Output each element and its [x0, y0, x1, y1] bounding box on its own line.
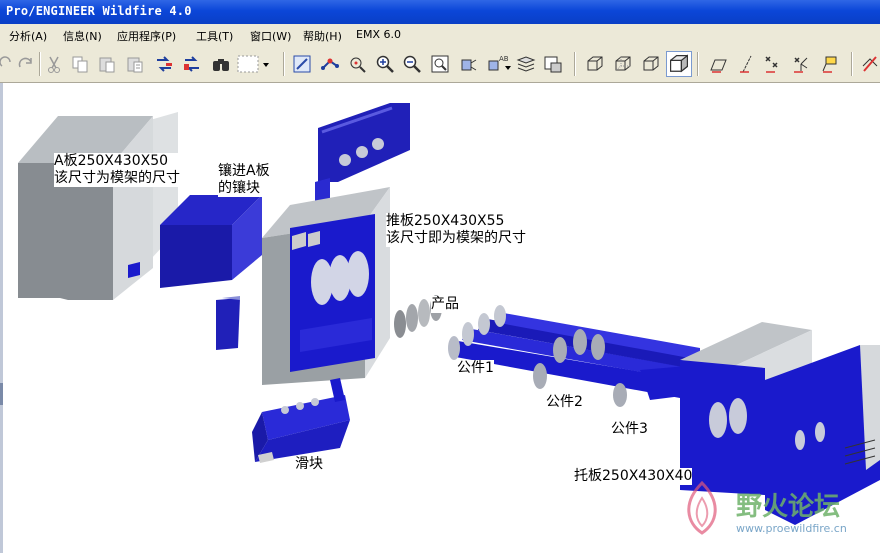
graphics-window: A板250X430X50 该尺寸为模架的尺寸 镶进A板 的镶块 推板250X43… [0, 83, 880, 553]
spin-center-icon[interactable] [320, 54, 340, 74]
left-collapse-strip[interactable] [0, 83, 3, 553]
a-plate-label: A板250X430X50 该尺寸为模架的尺寸 [54, 153, 180, 187]
selection-filter-icon[interactable] [237, 54, 271, 74]
shading-icon [670, 54, 688, 73]
title-bar: Pro/ENGINEER Wildfire 4.0 [0, 0, 880, 24]
a-plate-label-line1: A板250X430X50 [54, 153, 169, 169]
part3-label: 公件3 [611, 421, 648, 438]
redo-icon[interactable] [16, 54, 36, 74]
menu-window[interactable]: 窗口(W) [250, 28, 291, 44]
toolbar: AB [0, 46, 880, 83]
copy-icon[interactable] [70, 54, 90, 74]
zoom-in-icon[interactable] [375, 54, 395, 74]
svg-text:AB: AB [499, 55, 509, 63]
menu-emx[interactable]: EMX 6.0 [356, 28, 401, 41]
menu-info[interactable]: 信息(N) [63, 28, 102, 44]
datum-axes-icon[interactable] [737, 54, 757, 74]
part2-label: 公件2 [546, 394, 583, 411]
slider-part [252, 378, 350, 463]
paste-special-icon[interactable] [125, 54, 145, 74]
shading-button[interactable] [666, 51, 692, 77]
push-plate [262, 187, 390, 385]
insert-block [160, 195, 262, 350]
part1-label: 公件1 [457, 360, 494, 377]
a-plate-label-line2: 该尺寸为模架的尺寸 [54, 170, 180, 186]
model-display-icon[interactable] [543, 54, 563, 74]
menu-help[interactable]: 帮助(H) [303, 28, 342, 44]
regen-manager-icon[interactable] [182, 54, 202, 74]
saved-views-icon[interactable]: AB [486, 54, 512, 74]
repaint-icon[interactable] [292, 54, 312, 74]
slider-label: 滑块 [295, 456, 323, 473]
cut-icon[interactable] [44, 54, 64, 74]
regenerate-icon[interactable] [154, 54, 174, 74]
coordinate-systems-icon[interactable] [791, 54, 811, 74]
flame-logo-icon [687, 480, 717, 535]
toolbar-separator [574, 52, 576, 76]
toolbar-separator [283, 52, 285, 76]
redo-icon[interactable] [0, 54, 14, 74]
push-plate-label-line2: 该尺寸即为模架的尺寸 [386, 230, 526, 246]
forum-watermark: 野火论坛 www.proewildfire.cn [672, 478, 847, 542]
product-label: 产品 [431, 296, 459, 313]
orient-icon[interactable] [347, 54, 367, 74]
window-title: Pro/ENGINEER Wildfire 4.0 [6, 4, 192, 18]
a-plate [18, 112, 178, 300]
watermark-url: www.proewildfire.cn [736, 522, 847, 535]
toolbar-separator [697, 52, 699, 76]
watermark-title: 野火论坛 [736, 492, 841, 522]
toolbar-separator [851, 52, 853, 76]
insert-label-line2: 的镶块 [218, 180, 260, 196]
find-icon[interactable] [211, 54, 231, 74]
spin-icon[interactable] [860, 54, 880, 74]
expand-arrow-icon[interactable] [0, 383, 3, 405]
insert-label-line1: 镶进A板 [218, 163, 270, 179]
menu-analysis[interactable]: 分析(A) [9, 28, 47, 44]
insert-label: 镶进A板 的镶块 [218, 163, 270, 197]
datum-planes-icon[interactable] [708, 54, 728, 74]
layers-icon[interactable] [516, 54, 536, 74]
hidden-line-icon[interactable] [613, 54, 633, 74]
view-manager-icon[interactable] [458, 54, 478, 74]
datum-points-icon[interactable] [763, 54, 783, 74]
no-hidden-icon[interactable] [641, 54, 661, 74]
toolbar-separator [39, 52, 41, 76]
menu-bar: 分析(A) 信息(N) 应用程序(P) 工具(T) 窗口(W) 帮助(H) EM… [0, 24, 880, 46]
push-plate-label-line1: 推板250X430X55 [386, 213, 505, 229]
push-plate-label: 推板250X430X55 该尺寸即为模架的尺寸 [386, 213, 526, 247]
menu-applications[interactable]: 应用程序(P) [117, 28, 176, 44]
zoom-out-icon[interactable] [402, 54, 422, 74]
wireframe-icon[interactable] [585, 54, 605, 74]
refit-icon[interactable] [430, 54, 450, 74]
annotations-icon[interactable] [820, 54, 840, 74]
menu-tools[interactable]: 工具(T) [196, 28, 233, 44]
paste-icon[interactable] [97, 54, 117, 74]
